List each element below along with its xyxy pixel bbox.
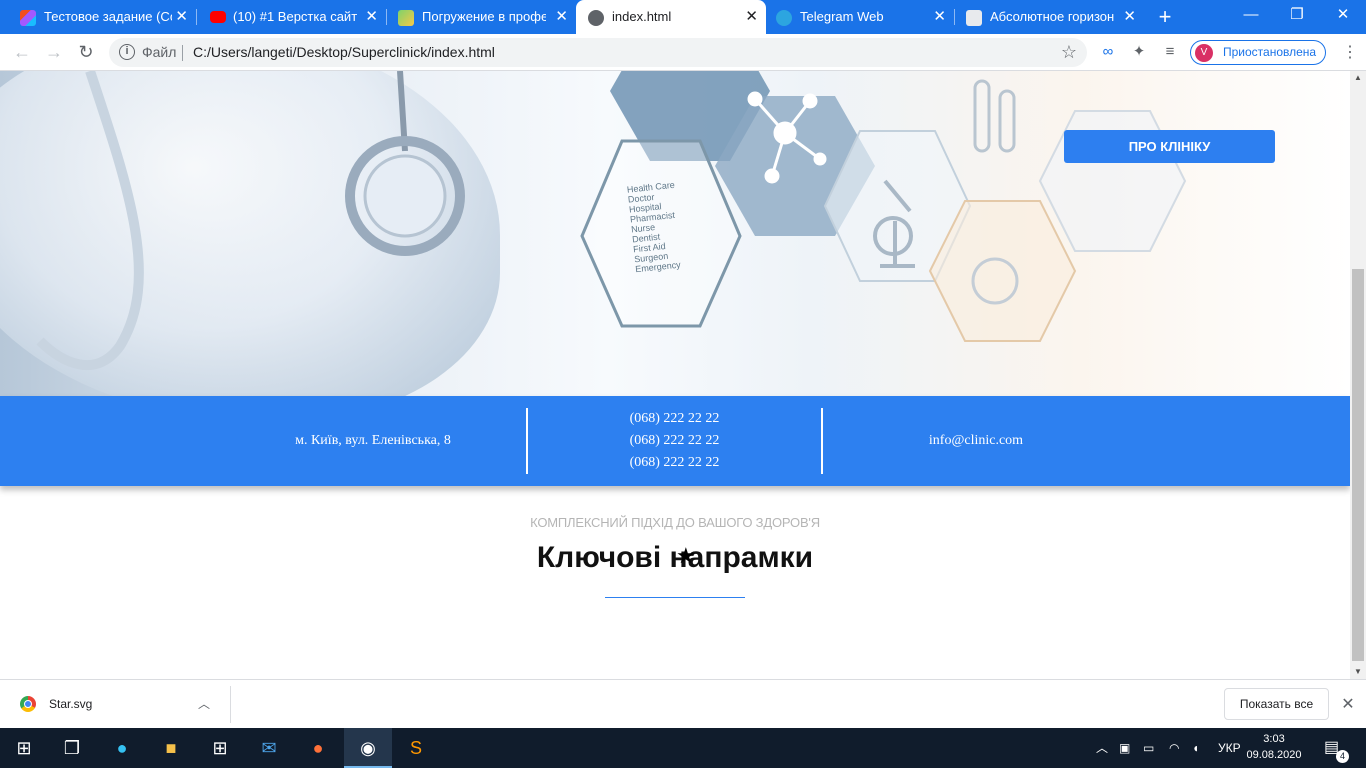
scroll-down-icon[interactable]: ▼ [1350, 665, 1366, 679]
windows-taskbar: ⊞ ❐ ● ■ ⊞ ✉ ● ◉ S ︿ ▣ ▭ ◠ ◖ УКР 3:03 09.… [0, 728, 1366, 768]
chrome-icon[interactable]: ◉ [344, 728, 392, 768]
new-tab-button[interactable]: + [1155, 0, 1175, 34]
forward-arrow-icon[interactable]: → [40, 34, 68, 71]
globe-icon [588, 10, 604, 26]
figma-icon [20, 10, 36, 26]
services-title: Ключові напрамки [536, 541, 814, 574]
tab-close-icon[interactable]: ✕ [555, 0, 568, 34]
telegram-icon [776, 10, 792, 26]
wifi-icon[interactable]: ◠ [1169, 728, 1179, 768]
chrome-file-icon [20, 696, 36, 712]
contact-phones: (068) 222 22 22 (068) 222 22 22 (068) 22… [528, 396, 821, 486]
menu-dots-icon[interactable]: ⋮ [1340, 40, 1360, 65]
tab-absolute[interactable]: Абсолютное горизонта ✕ [954, 0, 1144, 34]
info-icon[interactable]: i [119, 44, 135, 60]
phone-link[interactable]: (068) 222 22 22 [528, 430, 821, 452]
download-shelf: Star.svg ︿ Показать все ✕ [0, 679, 1366, 728]
media-queue-icon[interactable]: ≡ [1160, 42, 1180, 62]
browser-toolbar: ← → ↻ i Файл C:/Users/langeti/Desktop/Su… [0, 34, 1366, 71]
shelf-divider [230, 686, 231, 723]
hero-banner: Health Care Doctor Hospital Pharmacist N… [0, 71, 1350, 396]
clock-time: 3:03 [1263, 733, 1285, 745]
windows-start-icon[interactable]: ⊞ [0, 728, 48, 768]
youtube-icon [210, 11, 226, 23]
phone-link[interactable]: (068) 222 22 22 [528, 452, 821, 474]
notification-icon[interactable]: ▤ [1324, 728, 1339, 768]
about-clinic-button[interactable]: ПРО КЛІНІКУ [1064, 130, 1275, 163]
profile-status: Приостановлена [1223, 45, 1317, 59]
tab-close-icon[interactable]: ✕ [175, 0, 188, 34]
clock-date: 09.08.2020 [1246, 749, 1302, 761]
show-all-downloads-button[interactable]: Показать все [1224, 688, 1329, 720]
avatar: V [1195, 44, 1213, 62]
volume-icon[interactable]: ◖ [1192, 728, 1199, 768]
restore-icon[interactable]: ❐ [1274, 0, 1320, 30]
extensions-puzzle-icon[interactable]: ✦ [1129, 42, 1149, 62]
minimize-icon[interactable]: — [1228, 0, 1274, 30]
tab-strip: Тестовое задание (Copy) ✕ (10) #1 Верстк… [0, 0, 1366, 34]
tab-course[interactable]: Погружение в профес ✕ [386, 0, 576, 34]
clock[interactable]: 3:03 09.08.2020 [1246, 731, 1302, 763]
tray-chevron-up-icon[interactable]: ︿ [1096, 728, 1108, 768]
phone-link[interactable]: (068) 222 22 22 [528, 408, 821, 430]
tab-close-icon[interactable]: ✕ [365, 0, 378, 34]
input-language[interactable]: УКР [1218, 728, 1241, 768]
page-scrollbar[interactable]: ▲ ▼ [1350, 71, 1366, 679]
title-underline [605, 597, 745, 598]
address-text: м. Київ, вул. Еленівська, 8 [295, 433, 451, 448]
star-cursor-icon: ★ [676, 543, 696, 568]
hex-label-list: Health Care Doctor Hospital Pharmacist N… [626, 180, 683, 275]
contact-bar: м. Київ, вул. Еленівська, 8 (068) 222 22… [0, 396, 1350, 486]
tab-close-icon[interactable]: ✕ [745, 0, 758, 34]
file-explorer-icon[interactable]: ■ [147, 728, 195, 768]
scroll-thumb[interactable] [1352, 269, 1364, 661]
tab-close-icon[interactable]: ✕ [1123, 0, 1136, 34]
services-subtitle: КОМПЛЕКСНИЙ ПІДХІД ДО ВАШОГО ЗДОРОВ'Я [530, 515, 820, 530]
store-icon[interactable]: ⊞ [196, 728, 244, 768]
tab-telegram[interactable]: Telegram Web ✕ [766, 0, 954, 34]
back-arrow-icon[interactable]: ← [8, 34, 36, 71]
battery-icon[interactable]: ▭ [1143, 728, 1154, 768]
firefox-icon[interactable]: ● [294, 728, 342, 768]
tab-title: Погружение в профес [422, 9, 546, 24]
extension-loop-icon[interactable]: ∞ [1098, 42, 1118, 62]
tab-close-icon[interactable]: ✕ [933, 0, 946, 34]
address-url[interactable]: C:/Users/langeti/Desktop/Superclinick/in… [193, 38, 495, 67]
tab-title: index.html [612, 9, 672, 24]
close-shelf-icon[interactable]: ✕ [1338, 680, 1358, 729]
tab-title: (10) #1 Верстка сайта с [233, 9, 357, 24]
window-close-icon[interactable]: ✕ [1320, 0, 1366, 30]
scroll-up-icon[interactable]: ▲ [1350, 71, 1366, 85]
address-scheme: Файл [142, 44, 177, 60]
email-link[interactable]: info@clinic.com [823, 430, 1129, 452]
tab-title: Абсолютное горизонта [990, 9, 1114, 24]
tab-index-html[interactable]: index.html ✕ [576, 0, 766, 34]
chevron-up-icon[interactable]: ︿ [198, 680, 210, 729]
rocket-icon [398, 10, 414, 26]
tab-title: Тестовое задание (Copy) [44, 9, 172, 24]
reload-icon[interactable]: ↻ [72, 34, 100, 71]
spark-icon [966, 10, 982, 26]
tab-figma[interactable]: Тестовое задание (Copy) ✕ [0, 0, 196, 34]
page-viewport: Health Care Doctor Hospital Pharmacist N… [0, 71, 1350, 679]
downloaded-file-name[interactable]: Star.svg [49, 680, 92, 729]
tray-app-icon[interactable]: ▣ [1119, 728, 1130, 768]
task-view-icon[interactable]: ❐ [48, 728, 96, 768]
tab-youtube[interactable]: (10) #1 Верстка сайта с ✕ [196, 0, 386, 34]
address-divider [182, 45, 183, 61]
contact-address: м. Київ, вул. Еленівська, 8 [223, 396, 523, 486]
address-bar[interactable]: i Файл C:/Users/langeti/Desktop/Supercli… [109, 38, 1087, 67]
sublime-text-icon[interactable]: S [392, 728, 440, 768]
notification-count-badge: 4 [1336, 750, 1349, 763]
contact-email: info@clinic.com [823, 396, 1129, 486]
profile-button[interactable]: V Приостановлена [1190, 40, 1326, 65]
bookmark-star-icon[interactable]: ☆ [1061, 38, 1077, 67]
tab-title: Telegram Web [800, 9, 884, 24]
edge-icon[interactable]: ● [98, 728, 146, 768]
mail-icon[interactable]: ✉ [245, 728, 293, 768]
